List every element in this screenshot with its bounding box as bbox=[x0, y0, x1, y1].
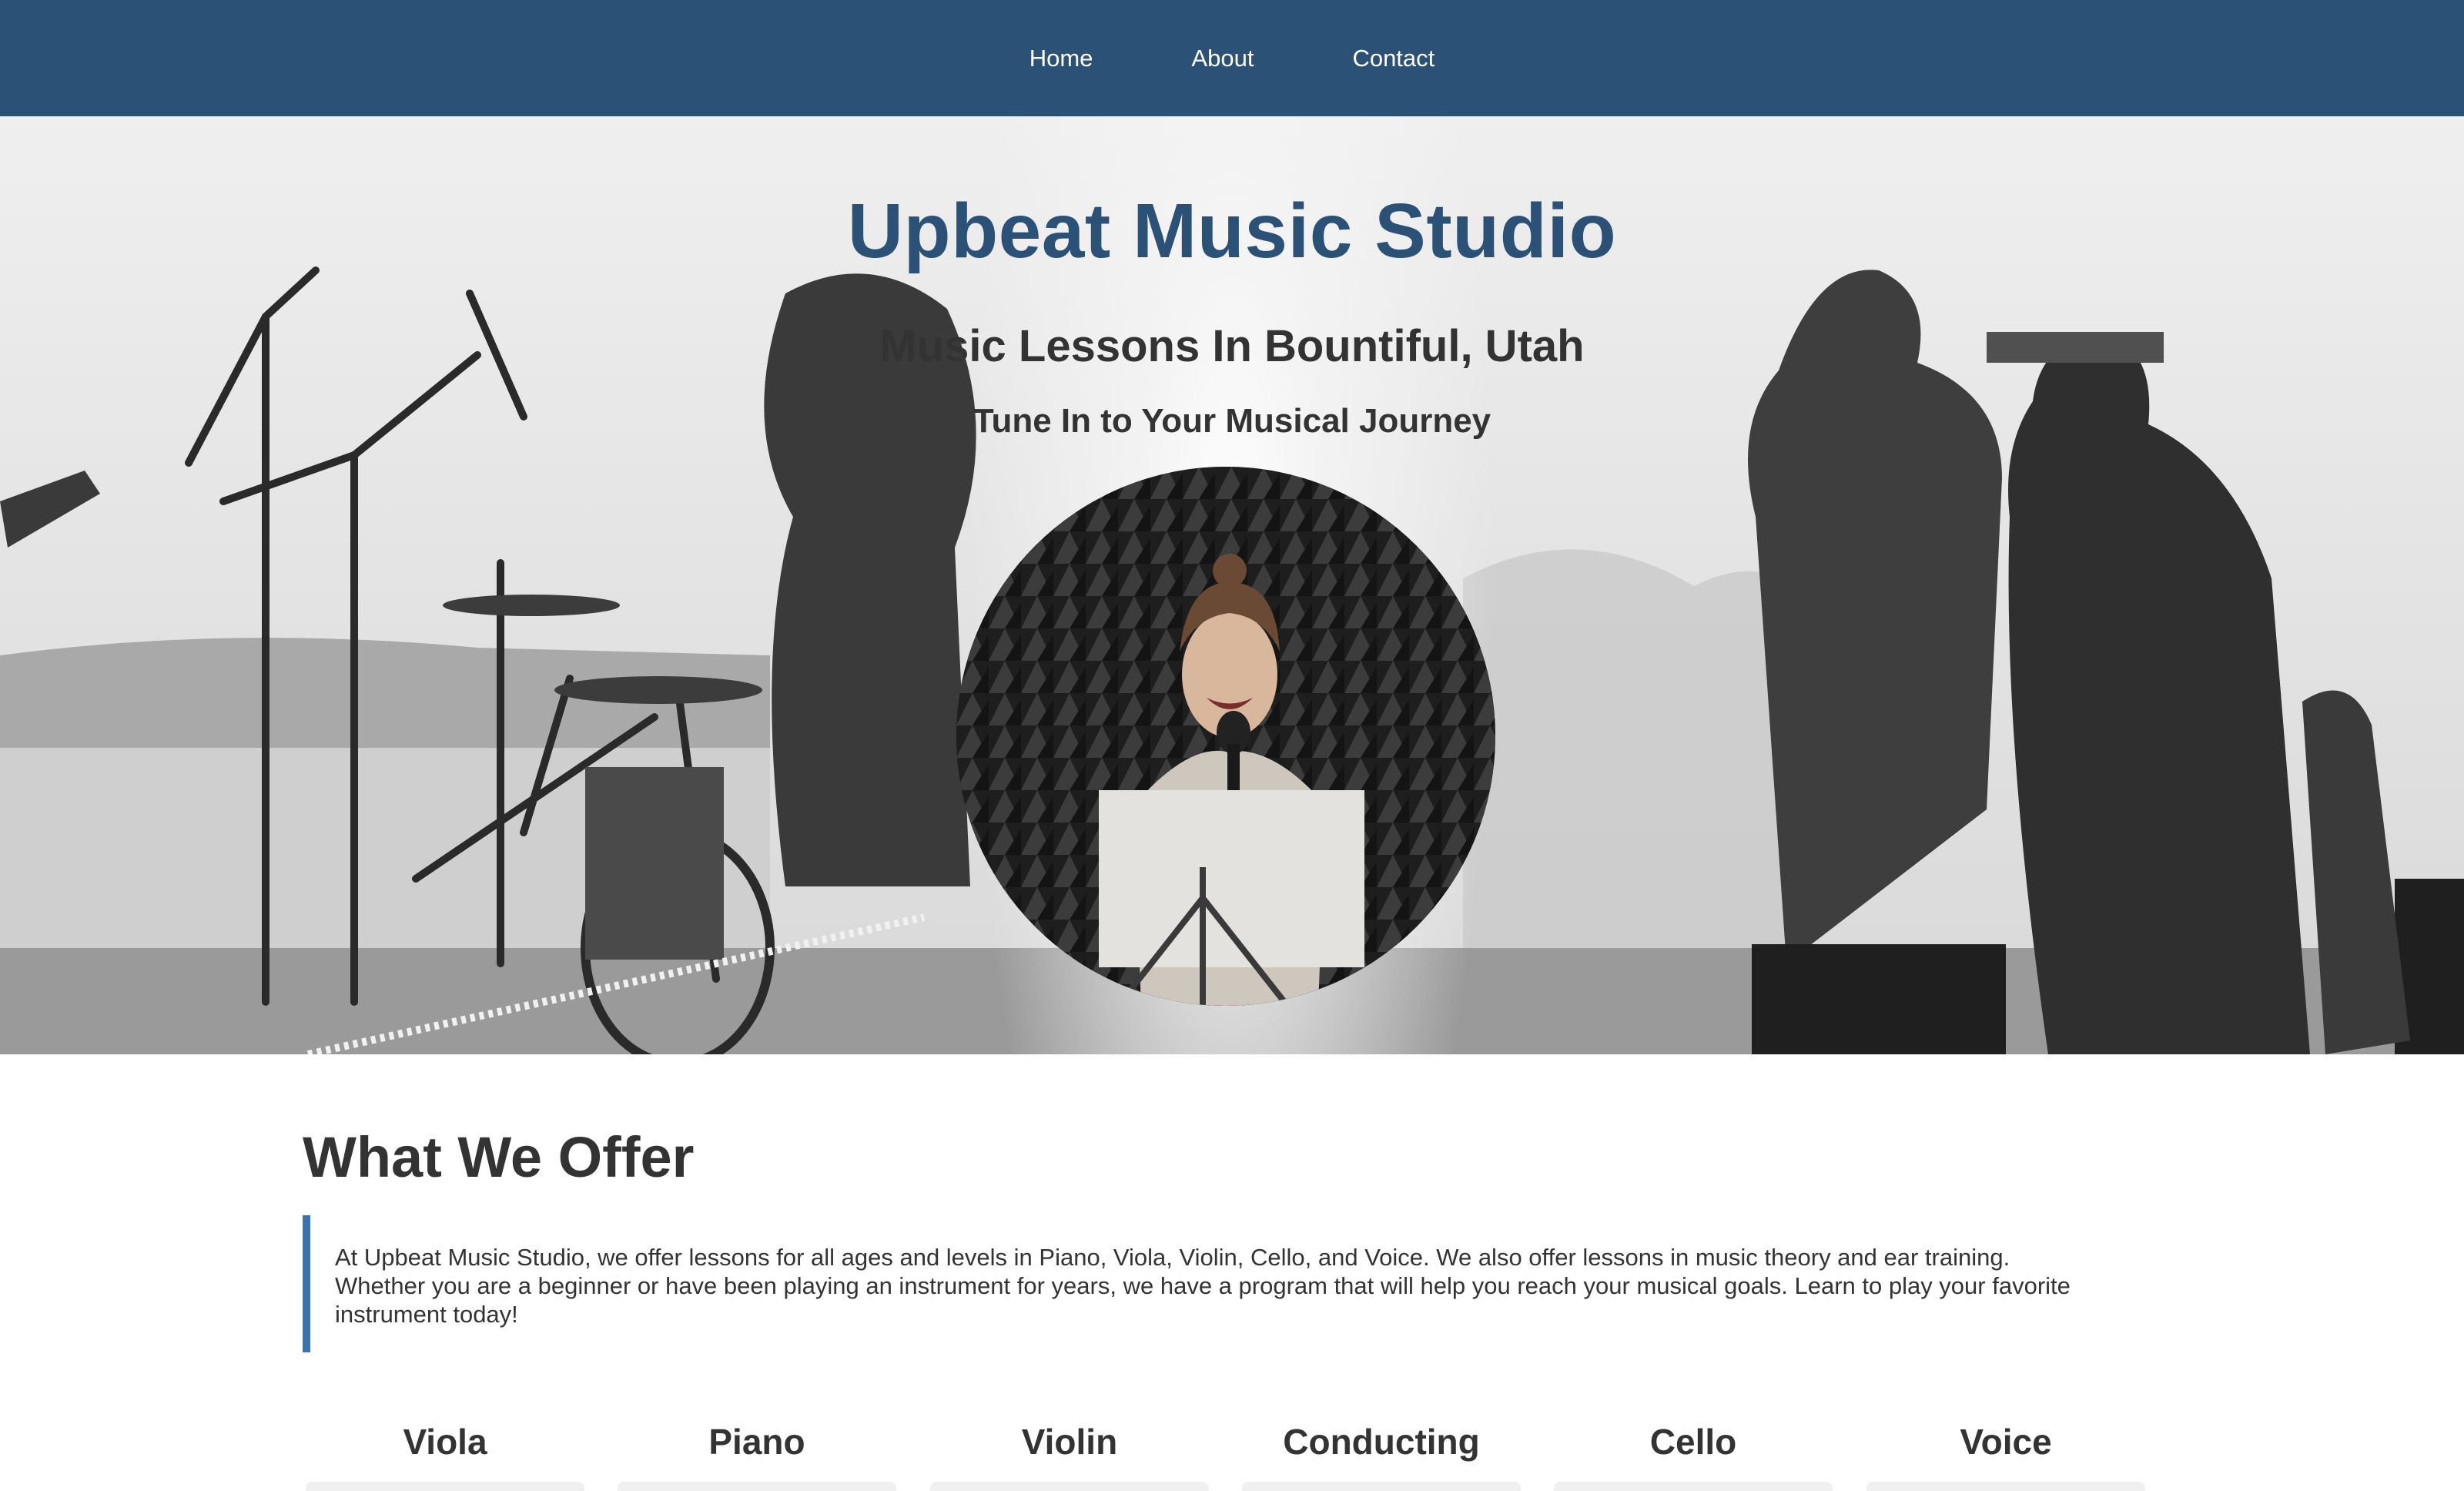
instrument-label: Viola bbox=[403, 1422, 487, 1462]
instrument-card-cello[interactable]: Cello bbox=[1551, 1421, 1836, 1491]
singing-girl-image bbox=[956, 467, 1495, 1006]
nav-link-about[interactable]: About bbox=[1191, 37, 1254, 80]
instrument-card-viola[interactable]: Viola bbox=[303, 1421, 588, 1491]
hero-tagline: Tune In to Your Musical Journey bbox=[973, 402, 1491, 440]
hero-title: Upbeat Music Studio bbox=[847, 188, 1617, 274]
instrument-card-top bbox=[1866, 1482, 2145, 1491]
nav-link-home[interactable]: Home bbox=[1029, 37, 1093, 80]
instrument-card-violin[interactable]: Violin bbox=[927, 1421, 1212, 1491]
instrument-card-top bbox=[306, 1482, 584, 1491]
instrument-card-top bbox=[930, 1482, 1209, 1491]
offer-description-quote: At Upbeat Music Studio, we offer lessons… bbox=[303, 1215, 2081, 1352]
section-heading-what-we-offer: What We Offer bbox=[303, 1125, 695, 1189]
instrument-label: Voice bbox=[1960, 1422, 2052, 1462]
offer-description-text: At Upbeat Music Studio, we offer lessons… bbox=[335, 1244, 2071, 1328]
instrument-card-top bbox=[1242, 1482, 1521, 1491]
instrument-cards-row: Viola Piano Violin Conducting Cello Voic… bbox=[303, 1421, 2166, 1491]
instrument-card-top bbox=[1554, 1482, 1833, 1491]
hero-subtitle: Music Lessons In Bountiful, Utah bbox=[879, 321, 1585, 371]
instrument-label: Violin bbox=[1021, 1422, 1118, 1462]
instrument-label: Conducting bbox=[1283, 1422, 1480, 1462]
nav-link-contact[interactable]: Contact bbox=[1352, 37, 1435, 80]
top-navigation: Home About Contact bbox=[0, 0, 2464, 116]
hero-section: Upbeat Music Studio Music Lessons In Bou… bbox=[0, 116, 2464, 1054]
hero-circle-photo bbox=[956, 467, 1495, 1006]
instrument-label: Piano bbox=[708, 1422, 805, 1462]
instrument-card-top bbox=[618, 1482, 896, 1491]
instrument-card-conducting[interactable]: Conducting bbox=[1239, 1421, 1524, 1491]
instrument-card-piano[interactable]: Piano bbox=[614, 1421, 899, 1491]
instrument-label: Cello bbox=[1649, 1422, 1737, 1462]
instrument-card-voice[interactable]: Voice bbox=[1863, 1421, 2148, 1491]
